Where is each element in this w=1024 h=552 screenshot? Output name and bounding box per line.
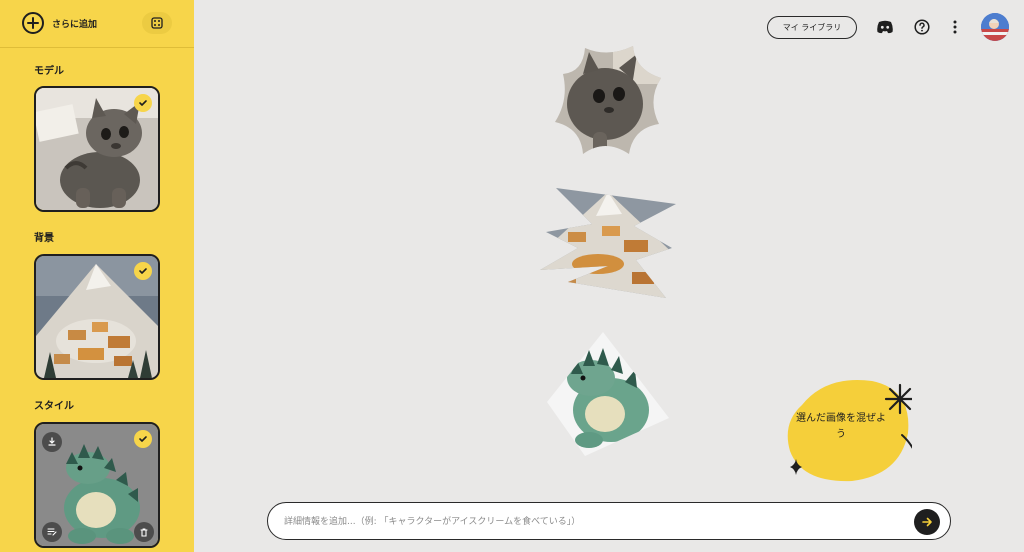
download-button[interactable]	[42, 432, 62, 452]
discord-button[interactable]	[875, 17, 895, 37]
village-shape-piece	[540, 188, 676, 298]
prompt-bar	[267, 502, 951, 540]
help-icon	[914, 19, 930, 35]
add-more-label: さらに追加	[52, 19, 98, 30]
background-image-card[interactable]	[34, 254, 160, 380]
kitten-shape-piece	[555, 46, 661, 154]
my-library-button[interactable]: マイ ライブラリ	[767, 16, 857, 39]
add-more-button[interactable]: さらに追加	[22, 12, 97, 34]
prompt-input[interactable]	[284, 513, 884, 531]
dice-icon	[151, 17, 163, 29]
model-image-card[interactable]	[34, 86, 160, 212]
dinosaur-shape-piece	[547, 332, 669, 456]
avatar[interactable]	[981, 13, 1009, 41]
download-icon	[48, 437, 56, 446]
selected-check-icon	[134, 262, 152, 280]
selected-check-icon	[134, 94, 152, 112]
mix-hint-text: 選んだ画像を混ぜよう	[796, 413, 886, 440]
discord-icon	[877, 20, 893, 34]
selected-check-icon	[134, 430, 152, 448]
section-label-model: モデル	[34, 66, 64, 77]
help-button[interactable]	[912, 17, 932, 37]
style-image-card[interactable]	[34, 422, 160, 548]
submit-button[interactable]	[914, 509, 940, 535]
trash-icon	[140, 528, 148, 537]
more-vert-icon	[953, 20, 957, 34]
more-options-button[interactable]	[945, 17, 965, 37]
delete-button[interactable]	[134, 522, 154, 542]
sidebar: さらに追加 モデル 背景 スタイル	[0, 0, 194, 552]
plus-icon	[22, 12, 44, 34]
edit-prompt-button[interactable]	[42, 522, 62, 542]
section-label-style: スタイル	[34, 401, 74, 412]
section-label-background: 背景	[34, 233, 54, 244]
arrow-right-icon	[922, 517, 932, 527]
sparkle-icon	[884, 383, 912, 415]
edit-notes-icon	[47, 528, 57, 536]
shuffle-button[interactable]	[142, 12, 172, 34]
sidebar-divider	[0, 47, 194, 48]
